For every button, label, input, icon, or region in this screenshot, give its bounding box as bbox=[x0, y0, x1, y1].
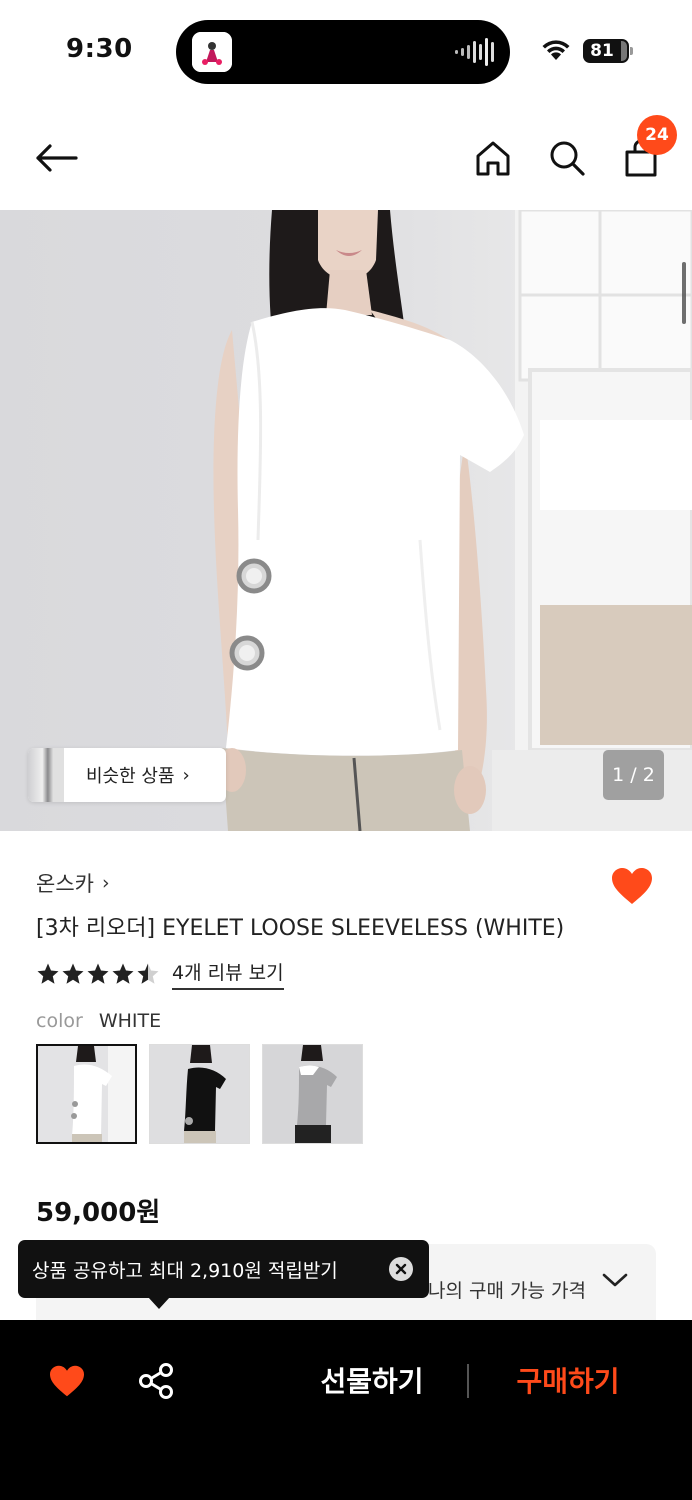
color-swatch-black[interactable] bbox=[149, 1044, 250, 1144]
buy-button[interactable]: 구매하기 bbox=[488, 1356, 648, 1408]
chevron-right-icon: › bbox=[182, 764, 190, 786]
similar-products-button[interactable]: 비슷한 상품 › bbox=[28, 748, 226, 802]
bottom-action-bar: 선물하기 구매하기 bbox=[0, 1320, 692, 1500]
battery-icon: 81 bbox=[583, 39, 633, 63]
product-photo bbox=[213, 210, 692, 831]
my-price-label: 나의 구매 가능 가격 bbox=[428, 1280, 586, 1302]
color-label: color bbox=[36, 1010, 83, 1032]
brand-name: 온스카 bbox=[36, 872, 94, 896]
star-half-icon bbox=[137, 963, 159, 984]
cart-count-badge: 24 bbox=[637, 115, 677, 155]
audio-wave-icon bbox=[455, 38, 494, 66]
divider bbox=[467, 1364, 469, 1398]
star-filled-icon bbox=[87, 963, 109, 984]
wifi-icon bbox=[540, 38, 572, 66]
color-swatch-gray[interactable] bbox=[262, 1044, 363, 1144]
review-link[interactable]: 4개 리뷰 보기 bbox=[172, 958, 284, 990]
product-price: 59,000원 bbox=[36, 1198, 161, 1228]
share-reward-tooltip: 상품 공유하고 최대 2,910원 적립받기 bbox=[18, 1240, 429, 1309]
chevron-right-icon: › bbox=[101, 872, 110, 894]
close-icon[interactable] bbox=[389, 1257, 413, 1281]
battery-level: 81 bbox=[590, 41, 614, 61]
product-title: [3차 리오더] EYELET LOOSE SLEEVELESS (WHITE) bbox=[36, 916, 565, 941]
brand-link[interactable]: 온스카 › bbox=[36, 868, 110, 898]
product-image-carousel[interactable]: 비슷한 상품 › 1 / 2 bbox=[0, 210, 692, 831]
star-rating bbox=[36, 962, 160, 986]
color-option-row: color WHITE bbox=[36, 1010, 161, 1032]
search-icon[interactable] bbox=[544, 134, 590, 182]
color-swatches bbox=[36, 1044, 363, 1144]
rating-row: 4개 리뷰 보기 bbox=[36, 958, 284, 990]
wishlist-heart-icon[interactable] bbox=[610, 866, 654, 910]
home-icon[interactable] bbox=[470, 134, 516, 182]
page-scroll-indicator bbox=[682, 262, 686, 324]
star-filled-icon bbox=[112, 963, 134, 984]
top-navigation bbox=[0, 110, 692, 206]
star-filled-icon bbox=[62, 963, 84, 984]
dynamic-island bbox=[176, 20, 510, 84]
image-counter: 1 / 2 bbox=[603, 750, 664, 800]
product-detail-page: 9:30 81 24 비슷한 상품 › 1 / 2 온스카 › [3차 리오더]… bbox=[0, 0, 692, 1500]
back-arrow-icon[interactable] bbox=[30, 134, 82, 182]
status-time: 9:30 bbox=[66, 34, 133, 64]
chevron-down-icon bbox=[602, 1272, 628, 1292]
star-filled-icon bbox=[37, 963, 59, 984]
color-swatch-white[interactable] bbox=[36, 1044, 137, 1144]
status-bar: 9:30 81 bbox=[0, 0, 692, 100]
similar-products-label: 비슷한 상품 bbox=[86, 766, 175, 787]
color-value: WHITE bbox=[98, 1010, 162, 1032]
now-playing-app-icon bbox=[192, 32, 232, 72]
similar-products-thumbnail bbox=[28, 748, 64, 802]
tooltip-arrow bbox=[148, 1297, 170, 1309]
share-icon[interactable] bbox=[138, 1362, 176, 1404]
tooltip-text: 상품 공유하고 최대 2,910원 적립받기 bbox=[32, 1259, 338, 1282]
gift-button[interactable]: 선물하기 bbox=[292, 1356, 452, 1408]
wishlist-heart-icon[interactable] bbox=[48, 1364, 86, 1402]
